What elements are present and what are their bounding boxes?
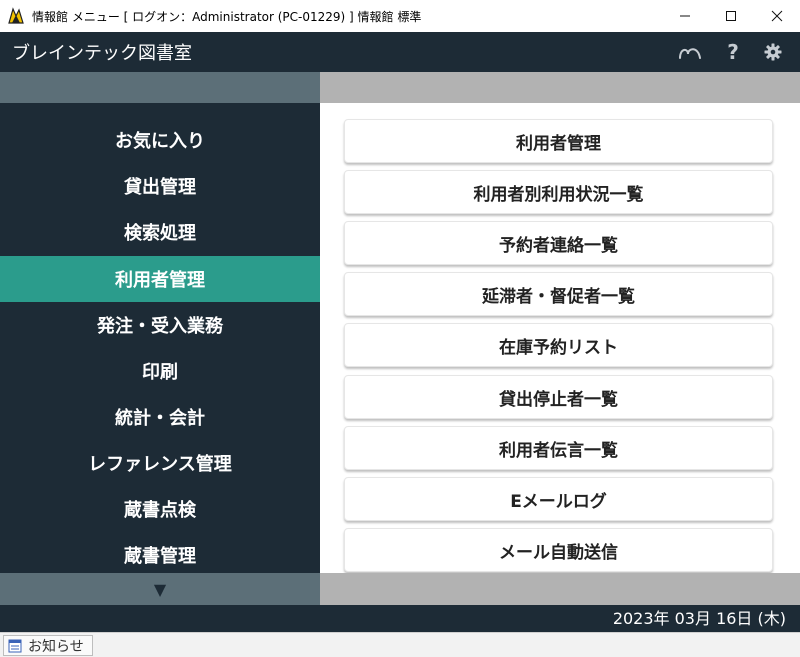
sidebar-scroll-down-button[interactable]: ▼ — [0, 573, 320, 605]
content-bottom-strip — [320, 573, 800, 605]
sidebar-item-label: 蔵書管理 — [124, 546, 196, 567]
triangle-down-icon: ▼ — [153, 579, 167, 599]
sidebar-top-strip — [0, 72, 320, 103]
reservation-contact-list-button[interactable]: 予約者連絡一覧 — [344, 221, 773, 265]
sidebar-item-label: お気に入り — [115, 131, 205, 152]
overdue-list-button[interactable]: 延滞者・督促者一覧 — [344, 272, 773, 316]
sidebar-item-label: 検索処理 — [124, 223, 196, 244]
notice-icon — [8, 639, 22, 652]
sidebar-item-lending[interactable]: 貸出管理 — [0, 163, 320, 209]
email-log-button[interactable]: Eメールログ — [344, 477, 773, 521]
auto-mail-send-button[interactable]: メール自動送信 — [344, 528, 773, 572]
sidebar-item-label: 発注・受入業務 — [97, 316, 223, 337]
sidebar-item-label: 蔵書点検 — [124, 500, 196, 521]
minimize-icon — [680, 15, 690, 17]
sidebar: お気に入り 貸出管理 検索処理 利用者管理 発注・受入業務 印刷 統計・会計 レ… — [0, 103, 330, 573]
link-icon — [679, 48, 701, 59]
app-logo-icon — [8, 7, 24, 24]
sidebar-item-inventory-check[interactable]: 蔵書点検 — [0, 486, 320, 532]
sidebar-item-label: 印刷 — [142, 362, 178, 383]
help-button[interactable]: ? — [722, 32, 744, 72]
sidebar-item-label: レファレンス管理 — [88, 454, 232, 475]
menu-button-label: 利用者管理 — [516, 133, 601, 154]
status-bar: 2023年 03月 16日 (木) — [0, 605, 800, 632]
sidebar-item-ordering[interactable]: 発注・受入業務 — [0, 302, 320, 348]
sidebar-item-print[interactable]: 印刷 — [0, 348, 320, 394]
gear-icon — [764, 43, 782, 61]
help-icon: ? — [727, 40, 739, 64]
sidebar-item-collection-management[interactable]: 蔵書管理 — [0, 532, 320, 578]
submenu-panel: 利用者管理 利用者別利用状況一覧 予約者連絡一覧 延滞者・督促者一覧 在庫予約リ… — [320, 103, 800, 573]
sidebar-item-reference[interactable]: レファレンス管理 — [0, 440, 320, 486]
menu-button-label: メール自動送信 — [499, 542, 618, 563]
window-controls — [662, 0, 800, 32]
menu-button-label: 貸出停止者一覧 — [499, 389, 618, 410]
current-date: 2023年 03月 16日 (木) — [612, 609, 786, 628]
content-top-strip — [320, 72, 800, 103]
close-button[interactable] — [754, 0, 800, 32]
notice-label: お知らせ — [28, 638, 84, 655]
link-button[interactable] — [676, 32, 704, 72]
user-messages-list-button[interactable]: 利用者伝言一覧 — [344, 426, 773, 470]
maximize-icon — [726, 11, 736, 21]
maximize-button[interactable] — [708, 0, 754, 32]
sidebar-item-search[interactable]: 検索処理 — [0, 209, 320, 255]
stock-reservation-list-button[interactable]: 在庫予約リスト — [344, 323, 773, 367]
menu-button-label: 利用者別利用状況一覧 — [473, 184, 644, 205]
sidebar-item-statistics[interactable]: 統計・会計 — [0, 394, 320, 440]
library-name: ブレインテック図書室 — [12, 43, 192, 64]
sidebar-item-label: 統計・会計 — [115, 408, 205, 429]
window-titlebar: 情報館 メニュー [ ログオン：Administrator (PC-01229)… — [0, 0, 800, 32]
close-icon — [771, 10, 783, 22]
sidebar-item-user-management[interactable]: 利用者管理 — [0, 256, 330, 302]
menu-button-label: 予約者連絡一覧 — [499, 235, 618, 256]
menu-button-label: Eメールログ — [510, 491, 607, 512]
usage-status-list-button[interactable]: 利用者別利用状況一覧 — [344, 170, 773, 214]
window-title: 情報館 メニュー [ ログオン：Administrator (PC-01229)… — [32, 9, 422, 24]
app-header: ブレインテック図書室 ? — [0, 32, 800, 72]
sidebar-item-label: 貸出管理 — [124, 177, 196, 198]
sidebar-item-favorites[interactable]: お気に入り — [0, 117, 320, 163]
menu-button-label: 延滞者・督促者一覧 — [482, 286, 635, 307]
user-management-button[interactable]: 利用者管理 — [344, 119, 773, 163]
minimize-button[interactable] — [662, 0, 708, 32]
sidebar-item-label: 利用者管理 — [115, 270, 205, 291]
settings-button[interactable] — [762, 32, 784, 72]
suspended-users-list-button[interactable]: 貸出停止者一覧 — [344, 375, 773, 419]
notice-tab[interactable]: お知らせ — [3, 635, 93, 656]
menu-button-label: 利用者伝言一覧 — [499, 440, 618, 461]
notice-bar: お知らせ — [0, 632, 800, 657]
menu-button-label: 在庫予約リスト — [499, 337, 618, 358]
